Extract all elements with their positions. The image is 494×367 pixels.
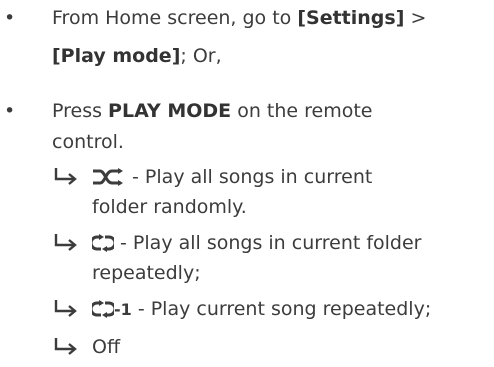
bullet-text: [Play mode]; Or,	[52, 41, 488, 71]
off-description: Off	[92, 336, 121, 358]
repeat-all-icon	[92, 234, 114, 252]
result-arrow-icon	[54, 300, 77, 317]
text-segment: From Home screen, go to	[52, 7, 298, 29]
settings-label: [Settings]	[297, 7, 405, 29]
text-segment: on the remote	[231, 100, 373, 122]
result-arrow-icon	[54, 168, 77, 185]
sub-text: folder randomly.	[92, 196, 247, 218]
repeat-all-description: - Play all songs in current folder	[114, 232, 422, 254]
repeat-one-description: - Play current song repeatedly;	[131, 298, 432, 320]
instruction-list: • From Home screen, go to [Settings] > […	[0, 0, 494, 367]
play-mode-label: [Play mode]	[52, 45, 181, 67]
bullet-dot: •	[4, 7, 16, 29]
text-segment: ; Or,	[180, 45, 222, 67]
play-mode-key-label: PLAY MODE	[108, 100, 232, 122]
sub-text: repeatedly;	[92, 262, 201, 284]
repeat-one-icon-label: -1	[114, 300, 132, 319]
sub-text: - Play all songs in current	[92, 162, 492, 192]
shuffle-description: - Play all songs in current	[126, 166, 373, 188]
shuffle-icon	[93, 168, 123, 186]
bullet-dot: •	[4, 100, 16, 122]
sub-text: - Play all songs in current folder	[92, 228, 492, 258]
sub-text: -1 - Play current song repeatedly;	[92, 294, 492, 325]
text-segment: Press	[52, 100, 109, 122]
result-arrow-icon	[54, 338, 77, 355]
bullet-text: Press PLAY MODE on the remote	[52, 96, 488, 126]
result-arrow-icon	[54, 234, 77, 251]
bullet-text: From Home screen, go to [Settings] >	[52, 3, 488, 33]
bullet-text: control.	[52, 131, 124, 153]
repeat-one-icon	[92, 300, 114, 318]
text-segment: >	[404, 7, 427, 29]
